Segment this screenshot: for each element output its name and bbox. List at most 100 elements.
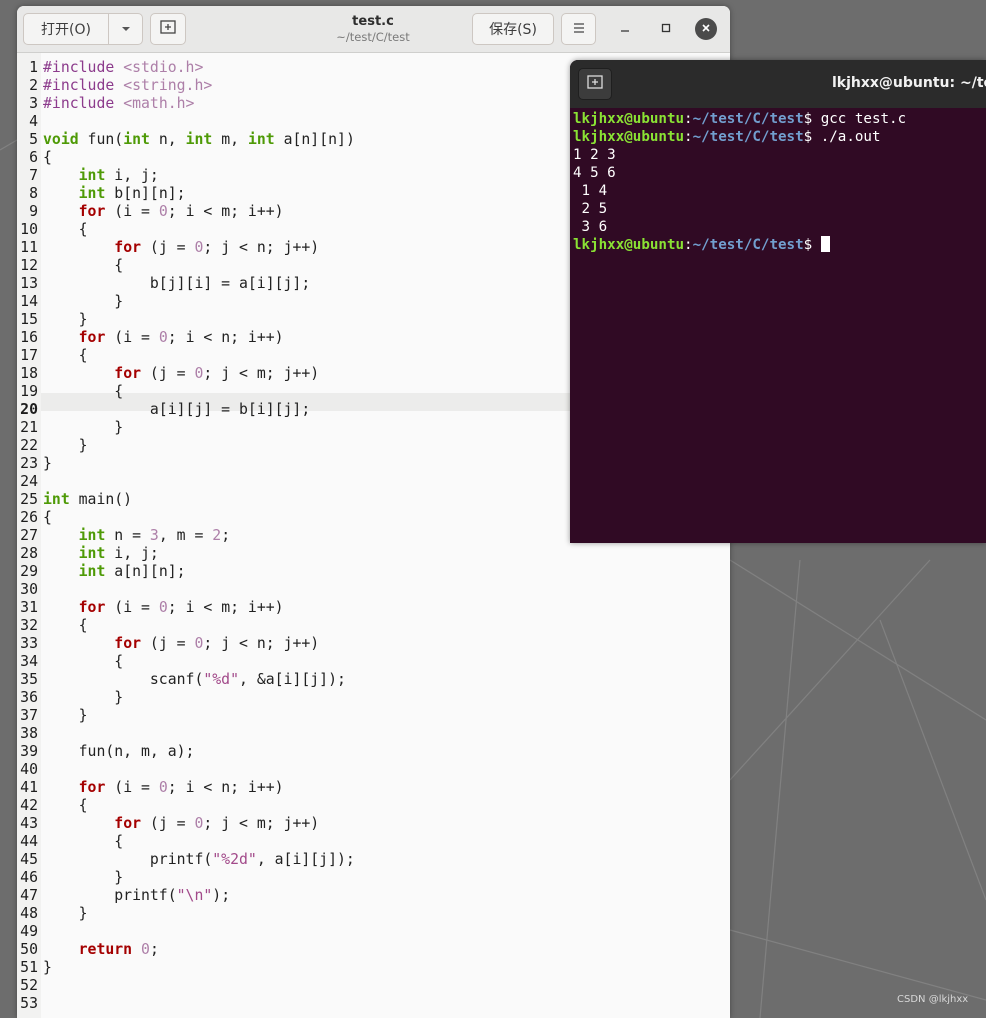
open-dropdown-button[interactable]: [108, 13, 143, 45]
code-line[interactable]: 51}: [17, 959, 355, 977]
code-line[interactable]: 39 fun(n, m, a);: [17, 743, 355, 761]
code-line[interactable]: 18 for (j = 0; j < m; j++): [17, 365, 355, 383]
line-number: 38: [20, 725, 38, 742]
code-line[interactable]: 12 {: [17, 257, 355, 275]
line-number: 37: [20, 707, 38, 724]
code-line[interactable]: 11 for (j = 0; j < n; j++): [17, 239, 355, 257]
code-line[interactable]: 8 int b[n][n];: [17, 185, 355, 203]
code-token: <string.h>: [123, 77, 213, 94]
terminal-new-tab-button[interactable]: [578, 68, 612, 100]
code-line[interactable]: 5 void fun(int n, int m, int a[n][n]): [17, 131, 355, 149]
code-line[interactable]: 48 }: [17, 905, 355, 923]
code-token: 0: [158, 203, 168, 220]
code-line[interactable]: 15 }: [17, 311, 355, 329]
code-token: int: [78, 185, 106, 202]
code-line[interactable]: 49: [17, 923, 355, 941]
code-line[interactable]: 45 printf("%2d", a[i][j]);: [17, 851, 355, 869]
code-token: }: [43, 707, 88, 724]
code-line[interactable]: 28 int i, j;: [17, 545, 355, 563]
prompt-user: lkjhxx@ubuntu: [573, 111, 685, 127]
code-line[interactable]: 32 {: [17, 617, 355, 635]
line-number: 33: [20, 635, 38, 652]
code-token: {: [43, 257, 124, 274]
code-line[interactable]: 36 }: [17, 689, 355, 707]
line-number: 34: [20, 653, 38, 670]
code-line[interactable]: 23}: [17, 455, 355, 473]
code-line[interactable]: 16 for (i = 0; i < n; i++): [17, 329, 355, 347]
code-line[interactable]: 14 }: [17, 293, 355, 311]
menu-button[interactable]: [561, 13, 596, 45]
code-token: "\n": [176, 887, 213, 904]
code-line[interactable]: 40: [17, 761, 355, 779]
code-line[interactable]: 10 {: [17, 221, 355, 239]
editor-header-bar: 打开(O) test.c ~/test/C/test 保存(S): [17, 6, 730, 53]
minimize-button[interactable]: [614, 18, 636, 40]
line-number: 24: [20, 473, 38, 490]
code-line[interactable]: 41 for (i = 0; i < n; i++): [17, 779, 355, 797]
code-line[interactable]: 22 }: [17, 437, 355, 455]
code-line[interactable]: 43 for (j = 0; j < m; j++): [17, 815, 355, 833]
code-token: <stdio.h>: [123, 59, 204, 76]
code-token: 0: [158, 779, 168, 796]
save-button[interactable]: 保存(S): [472, 13, 554, 45]
code-line[interactable]: 7 int i, j;: [17, 167, 355, 185]
code-line[interactable]: 52: [17, 977, 355, 995]
terminal-output[interactable]: lkjhxx@ubuntu:~/test/C/test$ gcc test.c l…: [573, 110, 906, 254]
line-number: 16: [20, 329, 38, 346]
line-number: 21: [20, 419, 38, 436]
code-line[interactable]: 30: [17, 581, 355, 599]
code-line[interactable]: 29 int a[n][n];: [17, 563, 355, 581]
code-token: (j =: [141, 239, 195, 256]
code-token: {: [43, 383, 124, 400]
code-line[interactable]: 50 return 0;: [17, 941, 355, 959]
line-number: 22: [20, 437, 38, 454]
code-line[interactable]: 35 scanf("%d", &a[i][j]);: [17, 671, 355, 689]
line-number: 31: [20, 599, 38, 616]
code-line[interactable]: 17 {: [17, 347, 355, 365]
code-token: 0: [158, 329, 168, 346]
code-token: (i =: [105, 599, 159, 616]
code-line[interactable]: 25 int main(): [17, 491, 355, 509]
code-line[interactable]: 44 {: [17, 833, 355, 851]
code-line[interactable]: 19 {: [17, 383, 355, 401]
prompt-user: lkjhxx@ubuntu: [573, 129, 685, 145]
prompt-separator: :: [684, 129, 693, 145]
code-line[interactable]: 53: [17, 995, 355, 1013]
code-token: int: [78, 167, 106, 184]
line-number: 43: [20, 815, 38, 832]
open-button[interactable]: 打开(O): [23, 13, 109, 45]
code-line[interactable]: 33 for (j = 0; j < n; j++): [17, 635, 355, 653]
code-line[interactable]: 20 a[i][j] = b[i][j];: [17, 401, 355, 419]
code-line[interactable]: 3 #include <math.h>: [17, 95, 355, 113]
code-line[interactable]: 46 }: [17, 869, 355, 887]
code-line[interactable]: 42 {: [17, 797, 355, 815]
code-line[interactable]: 21 }: [17, 419, 355, 437]
code-line[interactable]: 9 for (i = 0; i < m; i++): [17, 203, 355, 221]
code-line[interactable]: 24: [17, 473, 355, 491]
code-line[interactable]: 2 #include <string.h>: [17, 77, 355, 95]
code-line[interactable]: 37 }: [17, 707, 355, 725]
code-lines: 1 #include <stdio.h> 2 #include <string.h> 3…: [17, 59, 355, 1013]
code-line[interactable]: 26 {: [17, 509, 355, 527]
code-line[interactable]: 34 {: [17, 653, 355, 671]
terminal-window: lkjhxx@ubuntu: ~/tes lkjhxx@ubuntu:~/tes…: [570, 60, 986, 543]
maximize-button[interactable]: [655, 18, 677, 40]
code-line[interactable]: 13 b[j][i] = a[i][j];: [17, 275, 355, 293]
code-line[interactable]: 38: [17, 725, 355, 743]
code-token: main(): [69, 491, 133, 508]
new-tab-button[interactable]: [150, 13, 186, 45]
code-line[interactable]: 4: [17, 113, 355, 131]
code-token: printf(: [43, 887, 177, 904]
code-line[interactable]: 6{: [17, 149, 355, 167]
close-button[interactable]: [695, 18, 717, 40]
code-line[interactable]: 31 for (i = 0; i < m; i++): [17, 599, 355, 617]
code-line[interactable]: 27 int n = 3, m = 2;: [17, 527, 355, 545]
code-token: #include: [43, 77, 124, 94]
code-line[interactable]: 47 printf("\n");: [17, 887, 355, 905]
code-line[interactable]: 1 #include <stdio.h>: [17, 59, 355, 77]
minimize-icon: [620, 22, 630, 36]
code-token: ; j < n; j++): [203, 635, 320, 652]
